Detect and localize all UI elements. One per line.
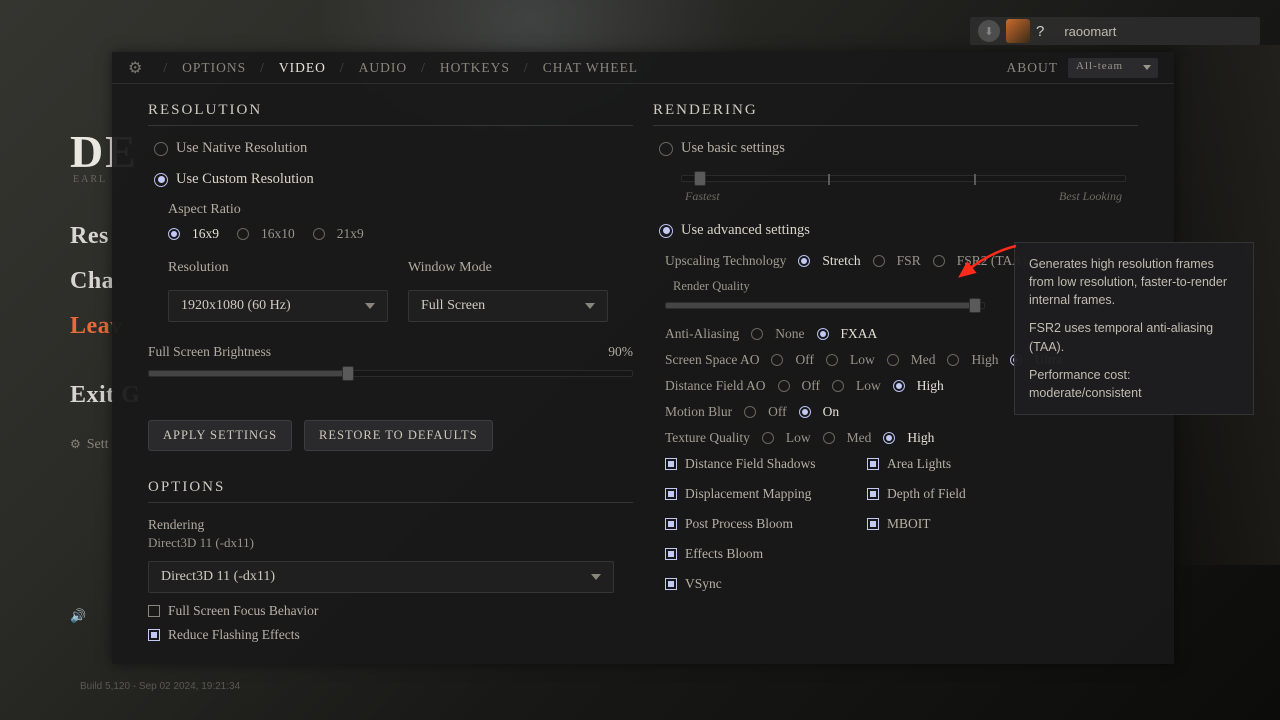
- radio-custom-resolution[interactable]: [154, 173, 168, 187]
- chk-pp-bloom[interactable]: [665, 518, 677, 530]
- settings-tabs: ⚙ / OPTIONS / VIDEO / AUDIO / HOTKEYS / …: [112, 52, 1174, 84]
- radio-dfao-off[interactable]: [778, 380, 790, 392]
- upscaling-label: Upscaling Technology: [665, 253, 786, 269]
- chk-df-shadows[interactable]: [665, 458, 677, 470]
- radio-ssao-off[interactable]: [771, 354, 783, 366]
- chk-displacement[interactable]: [665, 488, 677, 500]
- username: raoomart: [1064, 24, 1116, 39]
- custom-resolution-label: Use Custom Resolution: [176, 171, 314, 188]
- settings-panel: ⚙ / OPTIONS / VIDEO / AUDIO / HOTKEYS / …: [112, 52, 1174, 664]
- advanced-settings-label: Use advanced settings: [681, 222, 810, 239]
- aspect-ratio-label: Aspect Ratio: [168, 202, 633, 218]
- resolution-dropdown[interactable]: 1920x1080 (60 Hz): [168, 290, 388, 322]
- radio-native-resolution[interactable]: [154, 142, 168, 156]
- radio-ssao-high[interactable]: [947, 354, 959, 366]
- reduce-flashing-label: Reduce Flashing Effects: [168, 627, 300, 643]
- radio-dfao-high[interactable]: [893, 380, 905, 392]
- native-resolution-label: Use Native Resolution: [176, 140, 307, 157]
- rendering-opt-sub: Direct3D 11 (-dx11): [148, 535, 633, 551]
- brightness-value: 90%: [608, 344, 633, 360]
- slider-label-fastest: Fastest: [685, 189, 720, 204]
- upscaling-tooltip: Generates high resolution frames from lo…: [1014, 242, 1254, 415]
- rendering-opt-label: Rendering: [148, 517, 633, 533]
- gear-icon[interactable]: ⚙: [128, 58, 143, 78]
- tab-audio[interactable]: AUDIO: [359, 60, 408, 76]
- chk-dof[interactable]: [867, 488, 879, 500]
- chk-area-lights[interactable]: [867, 458, 879, 470]
- render-quality-slider[interactable]: [665, 298, 985, 312]
- radio-mblur-off[interactable]: [744, 406, 756, 418]
- build-string: Build 5,120 - Sep 02 2024, 19:21:34: [80, 681, 240, 692]
- tab-about[interactable]: ABOUT: [1007, 60, 1059, 76]
- tab-options[interactable]: OPTIONS: [182, 60, 246, 76]
- radio-tex-low[interactable]: [762, 432, 774, 444]
- radio-aa-fxaa[interactable]: [817, 328, 829, 340]
- rendering-checks: Distance Field Shadows Area Lights Displ…: [665, 456, 1138, 600]
- radio-16x9[interactable]: [168, 228, 180, 240]
- radio-stretch[interactable]: [798, 255, 810, 267]
- restore-defaults-button[interactable]: RESTORE TO DEFAULTS: [304, 420, 493, 451]
- radio-21x9[interactable]: [313, 228, 325, 240]
- left-column: RESOLUTION Use Native Resolution Use Cus…: [148, 102, 633, 664]
- slider-label-best: Best Looking: [1059, 189, 1122, 204]
- chk-vsync[interactable]: [665, 578, 677, 590]
- help-icon[interactable]: ?: [1036, 23, 1044, 40]
- avatar-icon[interactable]: [1006, 19, 1030, 43]
- options-title: OPTIONS: [148, 479, 633, 496]
- window-mode-dropdown[interactable]: Full Screen: [408, 290, 608, 322]
- sound-icon[interactable]: 🔊: [70, 608, 86, 624]
- top-status-bar: ⬇ ? raoomart: [970, 17, 1260, 45]
- rendering-api-dropdown[interactable]: Direct3D 11 (-dx11): [148, 561, 614, 593]
- brightness-slider[interactable]: [148, 366, 633, 380]
- chevron-down-icon: [365, 303, 375, 309]
- brightness-label: Full Screen Brightness: [148, 344, 271, 360]
- radio-ssao-low[interactable]: [826, 354, 838, 366]
- radio-tex-high[interactable]: [883, 432, 895, 444]
- radio-dfao-low[interactable]: [832, 380, 844, 392]
- resolution-dropdown-label: Resolution: [168, 260, 388, 276]
- aspect-ratio-options: 16x9 16x10 21x9: [168, 226, 633, 242]
- chk-reduce-flashing[interactable]: [148, 629, 160, 641]
- download-icon[interactable]: ⬇: [978, 20, 1000, 42]
- apply-settings-button[interactable]: APPLY SETTINGS: [148, 420, 292, 451]
- chk-effects-bloom[interactable]: [665, 548, 677, 560]
- radio-fsr2[interactable]: [933, 255, 945, 267]
- radio-16x10[interactable]: [237, 228, 249, 240]
- radio-fsr[interactable]: [873, 255, 885, 267]
- tab-video[interactable]: VIDEO: [279, 60, 326, 76]
- resolution-title: RESOLUTION: [148, 102, 633, 119]
- basic-quality-slider[interactable]: [681, 171, 1126, 185]
- radio-tex-med[interactable]: [823, 432, 835, 444]
- chevron-down-icon: [585, 303, 595, 309]
- radio-advanced-settings[interactable]: [659, 224, 673, 238]
- tab-chat-wheel[interactable]: CHAT WHEEL: [543, 60, 638, 76]
- radio-aa-none[interactable]: [751, 328, 763, 340]
- fullscreen-focus-label: Full Screen Focus Behavior: [168, 603, 318, 619]
- chevron-down-icon: [591, 574, 601, 580]
- chk-fullscreen-focus[interactable]: [148, 605, 160, 617]
- chk-mboit[interactable]: [867, 518, 879, 530]
- radio-basic-settings[interactable]: [659, 142, 673, 156]
- basic-settings-label: Use basic settings: [681, 140, 785, 157]
- tab-hotkeys[interactable]: HOTKEYS: [440, 60, 510, 76]
- rendering-title: RENDERING: [653, 102, 1138, 119]
- team-dropdown[interactable]: All-team: [1068, 58, 1158, 78]
- radio-ssao-med[interactable]: [887, 354, 899, 366]
- radio-mblur-on[interactable]: [799, 406, 811, 418]
- window-mode-label: Window Mode: [408, 260, 608, 276]
